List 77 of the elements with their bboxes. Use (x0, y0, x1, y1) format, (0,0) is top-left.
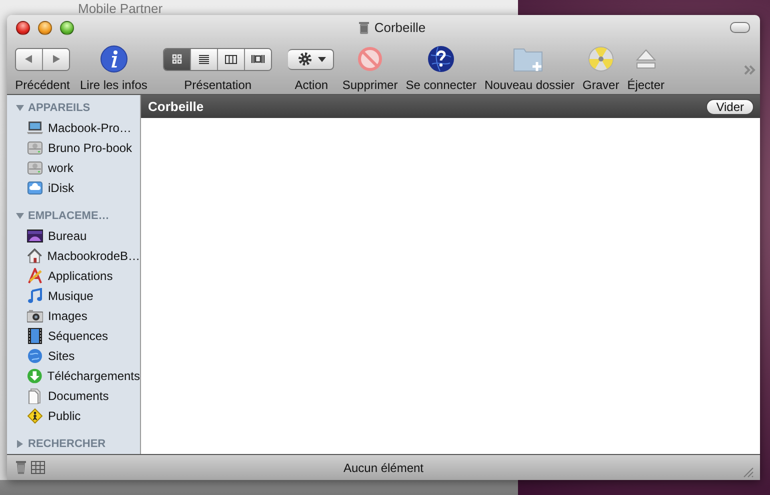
minimize-button[interactable] (38, 20, 52, 34)
toolbar-toggle-button[interactable] (730, 22, 750, 33)
column-view-icon (224, 52, 238, 66)
sidebar-item[interactable]: Sites (7, 346, 140, 366)
sidebar-item[interactable]: Public (7, 406, 140, 426)
sidebar-item[interactable]: Bureau (7, 226, 140, 246)
zoom-button[interactable] (60, 20, 74, 34)
back-button[interactable] (16, 48, 42, 70)
cloud-drive-icon (27, 180, 43, 196)
cover-flow-icon (251, 52, 266, 66)
radiation-sign-icon[interactable] (588, 46, 614, 72)
globe-icon (27, 348, 43, 364)
camera-icon (27, 308, 43, 324)
close-button[interactable] (16, 20, 30, 34)
status-text: Aucun élément (342, 460, 425, 474)
toolbar-label: Lire les infos (80, 78, 148, 92)
desktop-picture-icon (27, 228, 43, 244)
house-icon (27, 248, 42, 264)
left-arrow-icon (24, 54, 34, 64)
film-strip-icon (27, 328, 43, 344)
view-button[interactable] (244, 48, 272, 70)
sidebar-item[interactable]: Bruno Pro-book (7, 138, 140, 158)
trash-can-icon[interactable] (15, 461, 27, 474)
view-button[interactable] (217, 48, 244, 70)
trash-can-icon (358, 20, 370, 34)
window-title: Mobile Partner (77, 0, 164, 16)
folder-title: Corbeille (148, 99, 204, 114)
sidebar-item[interactable]: Séquences (7, 326, 140, 346)
grid-icon[interactable] (31, 461, 45, 474)
view-button[interactable] (190, 48, 218, 70)
toolbar-label: Se connecter (406, 78, 476, 92)
sidebar-item[interactable]: Images (7, 306, 140, 326)
down-triangle-icon[interactable] (16, 104, 24, 112)
sidebar-item[interactable]: Musique (7, 286, 140, 306)
download-arrow-icon (27, 368, 42, 384)
section-heading: EMPLACEME… (28, 210, 110, 222)
gear-icon (297, 51, 314, 67)
sidebar-item[interactable]: Téléchargements (7, 366, 140, 386)
right-triangle-icon[interactable] (16, 440, 24, 448)
toolbar-label: Éjecter (627, 78, 665, 92)
view-button[interactable] (164, 48, 190, 70)
right-arrow-icon (51, 54, 61, 64)
forward-button[interactable] (42, 48, 69, 70)
resize-grip-icon[interactable] (742, 466, 754, 478)
section-heading: APPAREILS (28, 102, 90, 114)
sidebar-item[interactable]: work (7, 158, 140, 178)
pedestrian-sign-icon (27, 408, 43, 424)
view-switcher[interactable] (163, 48, 272, 70)
sidebar-item[interactable]: MacbookrodeB… (7, 246, 140, 266)
down-triangle-icon[interactable] (16, 212, 24, 220)
hard-drive-icon (27, 160, 43, 176)
empty-trash-button[interactable]: Vider (706, 98, 754, 114)
toolbar-label: Précédent (15, 78, 70, 92)
section-heading: RECHERCHER (28, 438, 106, 450)
music-note-icon (27, 288, 43, 304)
toolbar-label: Présentation (184, 78, 252, 92)
navigation-control[interactable] (15, 48, 70, 70)
hard-drive-icon (27, 140, 43, 156)
window-title: Corbeille (374, 20, 426, 35)
eject-icon[interactable] (634, 47, 657, 71)
icon-view-icon (170, 52, 184, 66)
action-menu-button[interactable] (288, 48, 334, 70)
caret-icon (318, 56, 326, 62)
sidebar-item[interactable]: Documents (7, 386, 140, 406)
sidebar-item[interactable]: iDisk (7, 178, 140, 198)
toolbar-label: Nouveau dossier (484, 78, 575, 92)
globe-question-icon[interactable] (427, 45, 456, 73)
list-view-icon (197, 52, 212, 66)
sidebar-item[interactable]: Applications (7, 266, 140, 286)
sidebar-item[interactable]: Macbook-Pro… (7, 118, 140, 138)
laptop-icon (27, 120, 43, 136)
pencil-ruler-icon (27, 268, 43, 284)
info-icon[interactable] (100, 45, 128, 73)
toolbar-label: Graver (582, 78, 620, 92)
toolbar-label: Supprimer (342, 78, 398, 92)
document-icon (27, 388, 43, 404)
toolbar-label: Action (294, 78, 328, 92)
